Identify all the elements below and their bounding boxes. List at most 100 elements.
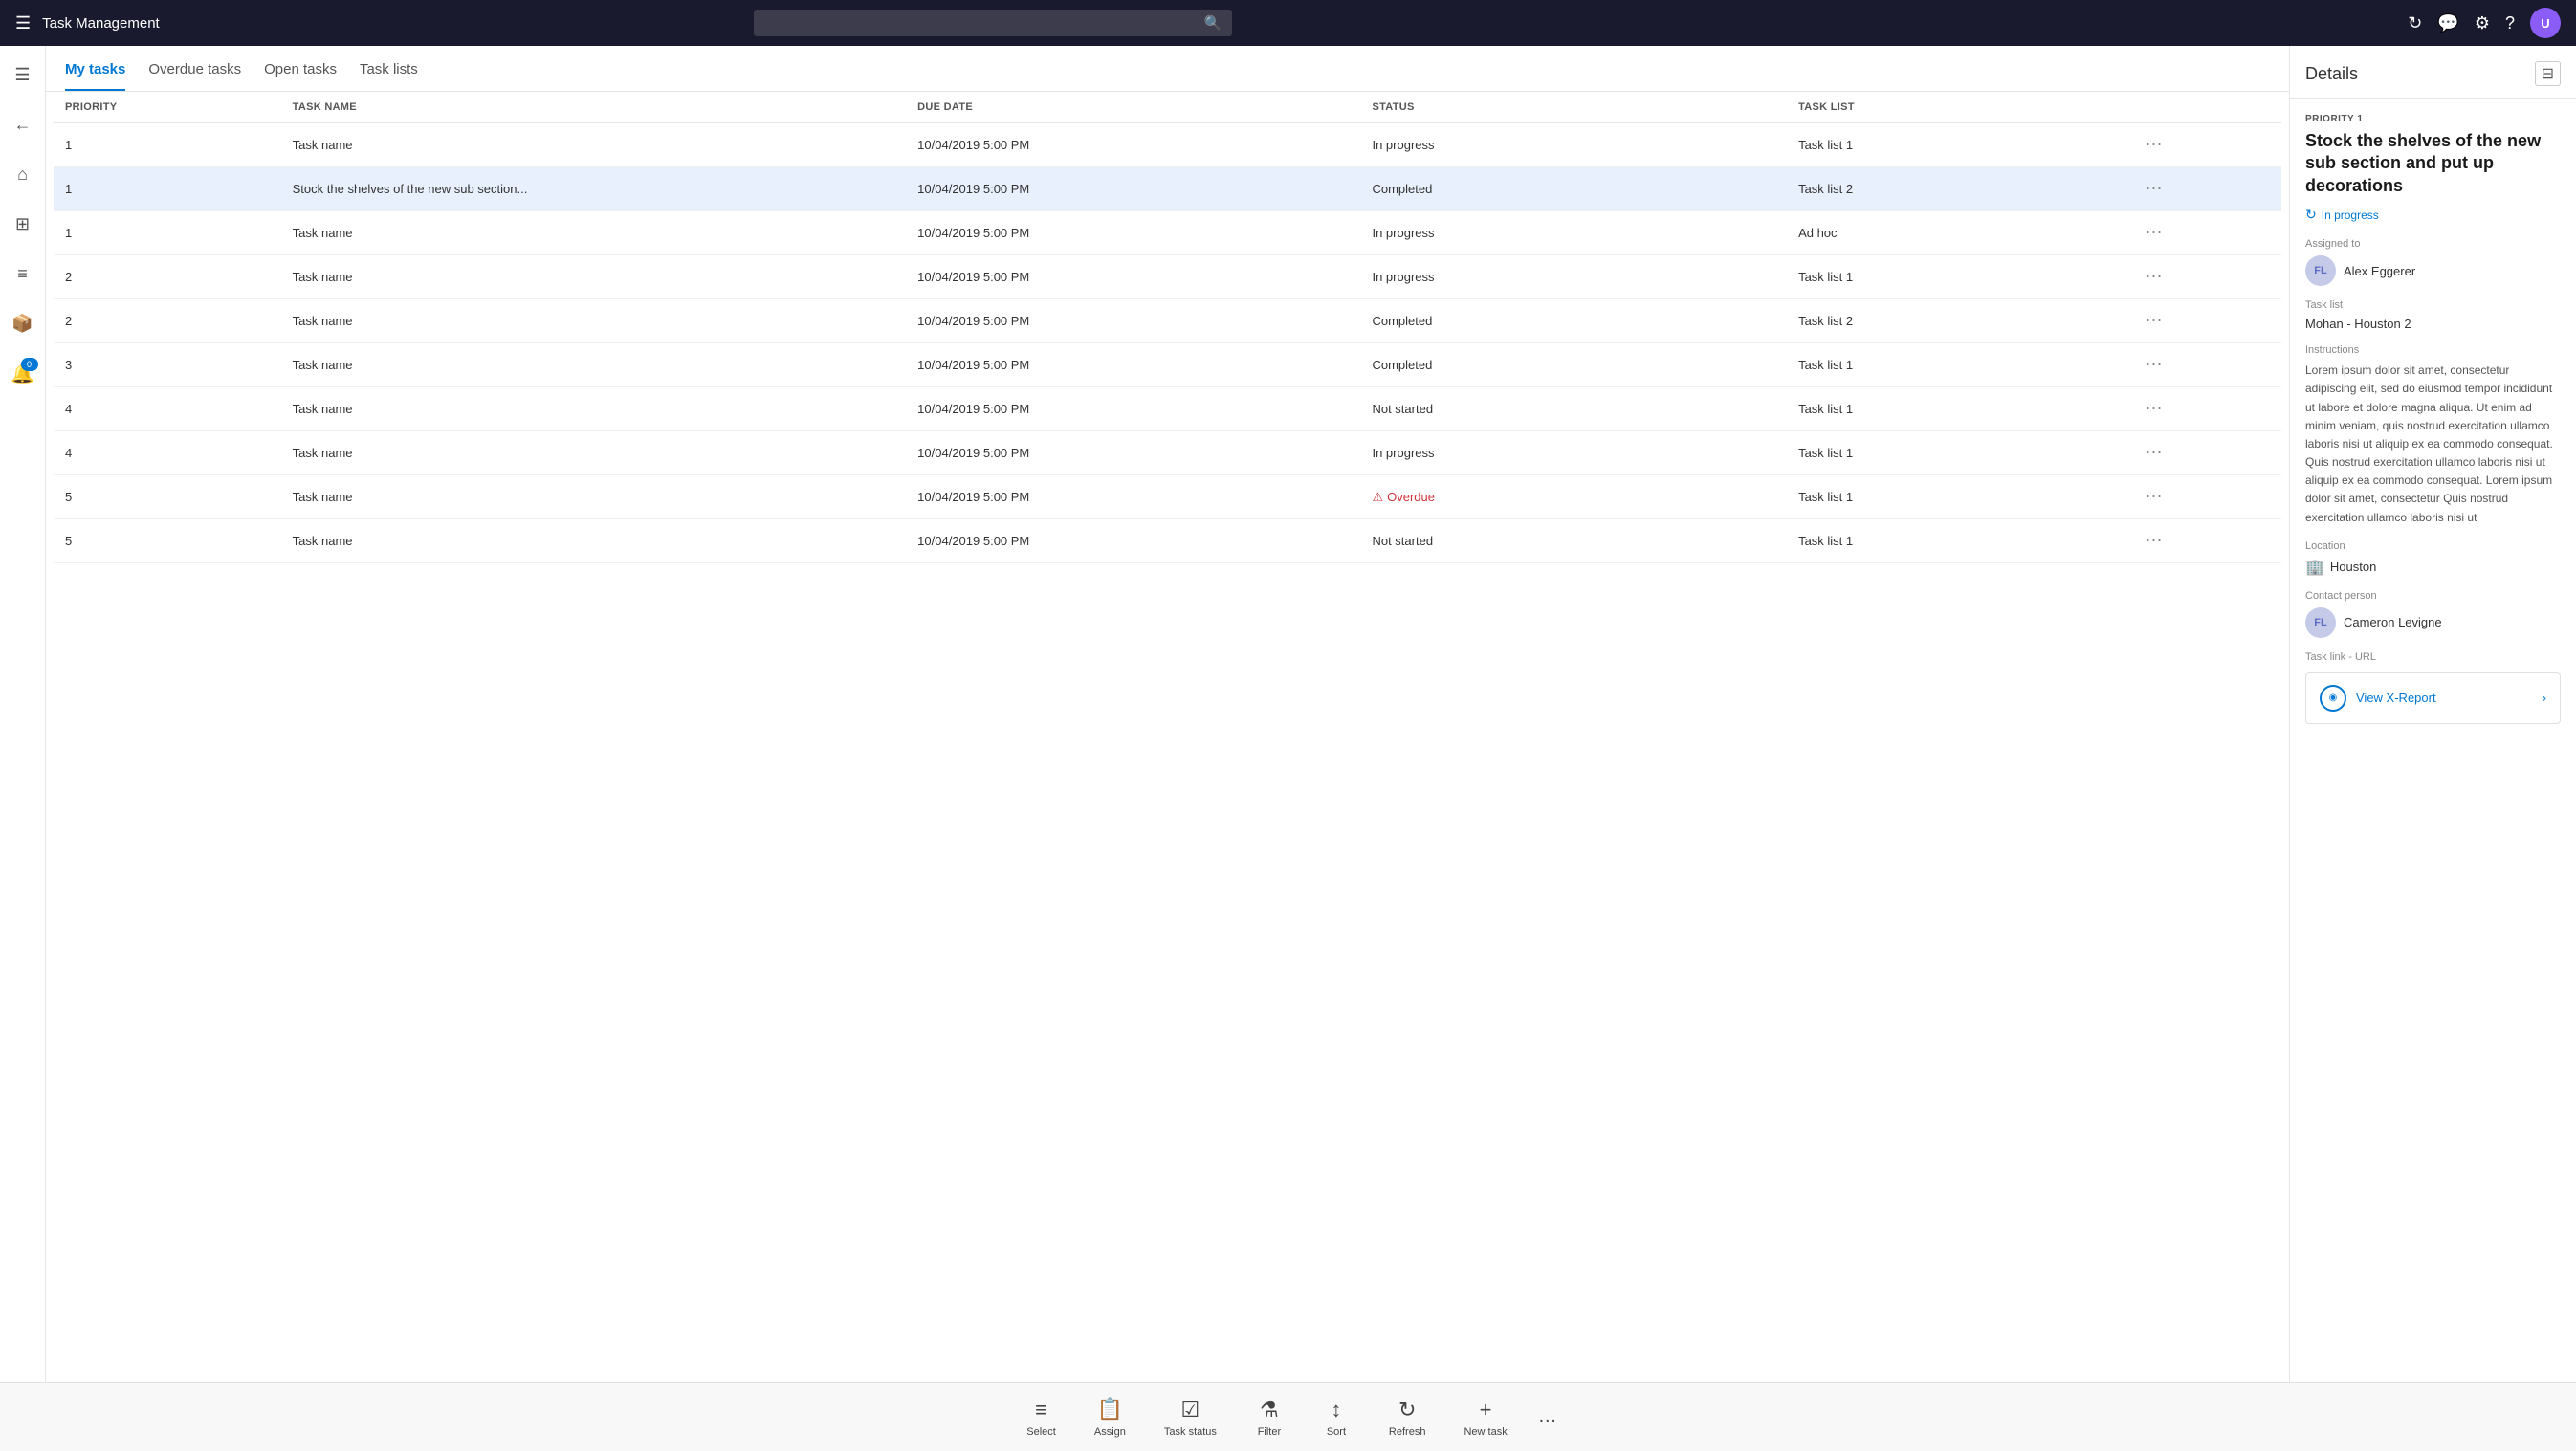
sidebar-list[interactable]: ≡: [6, 256, 40, 291]
row-menu-button[interactable]: ⋯: [2140, 485, 2169, 509]
row-due-date: 10/04/2019 5:00 PM: [906, 343, 1360, 387]
row-status: In progress: [1360, 211, 1787, 255]
row-name: Task name: [281, 255, 907, 299]
contact-avatar: FL: [2305, 607, 2336, 638]
tab-task-lists[interactable]: Task lists: [360, 61, 418, 91]
row-menu-button[interactable]: ⋯: [2140, 441, 2169, 465]
assigned-to-label: Assigned to: [2305, 238, 2561, 250]
row-due-date: 10/04/2019 5:00 PM: [906, 475, 1360, 519]
row-priority: 1: [54, 167, 281, 211]
chat-icon[interactable]: 💬: [2437, 13, 2458, 33]
tab-my-tasks[interactable]: My tasks: [65, 61, 125, 91]
col-header-tasklist: TASK LIST: [1787, 92, 2127, 123]
table-row[interactable]: 5Task name10/04/2019 5:00 PM⚠OverdueTask…: [54, 475, 2281, 519]
toolbar-more[interactable]: …: [1527, 1398, 1569, 1436]
settings-icon[interactable]: ⚙: [2475, 13, 2490, 33]
row-menu-button[interactable]: ⋯: [2140, 353, 2169, 377]
table-row[interactable]: 5Task name10/04/2019 5:00 PMNot startedT…: [54, 519, 2281, 563]
sidebar: ☰ ← ⌂ ⊞ ≡ 📦 🔔: [0, 46, 46, 1382]
table-row[interactable]: 3Task name10/04/2019 5:00 PMCompletedTas…: [54, 343, 2281, 387]
refresh-icon[interactable]: ↻: [2408, 13, 2422, 33]
more-icon: …: [1538, 1406, 1557, 1428]
sidebar-apps[interactable]: ⊞: [6, 207, 40, 241]
row-status: In progress: [1360, 123, 1787, 167]
row-priority: 4: [54, 431, 281, 475]
row-task-list: Task list 1: [1787, 519, 2127, 563]
col-header-status: STATUS: [1360, 92, 1787, 123]
row-menu-button[interactable]: ⋯: [2140, 529, 2169, 553]
row-name: Task name: [281, 211, 907, 255]
row-status: ⚠Overdue: [1360, 475, 1787, 519]
task-table-container: PRIORITY TASK NAME DUE DATE STATUS TASK …: [46, 92, 2289, 1382]
row-task-list: Task list 1: [1787, 343, 2127, 387]
sidebar-hamburger[interactable]: ☰: [6, 57, 40, 92]
row-due-date: 10/04/2019 5:00 PM: [906, 519, 1360, 563]
toolbar-refresh[interactable]: ↻ Refresh: [1370, 1390, 1445, 1445]
col-header-date: DUE DATE: [906, 92, 1360, 123]
row-task-list: Ad hoc: [1787, 211, 2127, 255]
topbar-icons: ↻ 💬 ⚙ ? U: [2408, 8, 2561, 38]
app-title: Task Management: [42, 15, 160, 32]
avatar[interactable]: U: [2530, 8, 2561, 38]
tab-overdue-tasks[interactable]: Overdue tasks: [148, 61, 241, 91]
task-status-label: Task status: [1164, 1426, 1217, 1438]
row-name: Task name: [281, 431, 907, 475]
search-bar: 🔍: [754, 10, 1232, 36]
table-row[interactable]: 2Task name10/04/2019 5:00 PMCompletedTas…: [54, 299, 2281, 343]
sidebar-home[interactable]: ⌂: [6, 157, 40, 191]
sidebar-package[interactable]: 📦: [6, 306, 40, 341]
row-due-date: 10/04/2019 5:00 PM: [906, 255, 1360, 299]
sidebar-back[interactable]: ←: [6, 107, 40, 142]
table-row[interactable]: 1Task name10/04/2019 5:00 PMIn progressT…: [54, 123, 2281, 167]
tab-open-tasks[interactable]: Open tasks: [264, 61, 337, 91]
row-menu-button[interactable]: ⋯: [2140, 221, 2169, 245]
sort-icon: ↕: [1331, 1397, 1341, 1422]
row-menu-cell: ⋯: [2128, 519, 2281, 563]
menu-icon[interactable]: ☰: [15, 13, 31, 33]
help-icon[interactable]: ?: [2505, 13, 2515, 33]
task-list-value: Mohan - Houston 2: [2305, 317, 2561, 331]
row-menu-button[interactable]: ⋯: [2140, 133, 2169, 157]
col-header-name: TASK NAME: [281, 92, 907, 123]
row-priority: 1: [54, 211, 281, 255]
toolbar-sort[interactable]: ↕ Sort: [1303, 1390, 1370, 1445]
row-menu-button[interactable]: ⋯: [2140, 177, 2169, 201]
search-input[interactable]: [754, 10, 1232, 36]
row-name: Task name: [281, 299, 907, 343]
location-label: Location: [2305, 540, 2561, 552]
row-menu-button[interactable]: ⋯: [2140, 265, 2169, 289]
row-menu-cell: ⋯: [2128, 211, 2281, 255]
row-due-date: 10/04/2019 5:00 PM: [906, 211, 1360, 255]
row-menu-button[interactable]: ⋯: [2140, 309, 2169, 333]
row-priority: 1: [54, 123, 281, 167]
table-row[interactable]: 2Task name10/04/2019 5:00 PMIn progressT…: [54, 255, 2281, 299]
row-priority: 5: [54, 519, 281, 563]
assign-label: Assign: [1094, 1426, 1126, 1438]
bottom-toolbar: ≡ Select 📋 Assign ☑ Task status ⚗ Filter…: [0, 1382, 2576, 1451]
view-report-button[interactable]: ◉ View X-Report ›: [2305, 672, 2561, 724]
table-row[interactable]: 4Task name10/04/2019 5:00 PMNot startedT…: [54, 387, 2281, 431]
row-name: Task name: [281, 343, 907, 387]
task-link-label: Task link - URL: [2305, 651, 2561, 663]
row-menu-cell: ⋯: [2128, 343, 2281, 387]
table-row[interactable]: 1Stock the shelves of the new sub sectio…: [54, 167, 2281, 211]
details-collapse-button[interactable]: ⊟: [2535, 61, 2561, 86]
details-header: Details ⊟: [2290, 46, 2576, 99]
row-menu-cell: ⋯: [2128, 255, 2281, 299]
table-row[interactable]: 4Task name10/04/2019 5:00 PMIn progressT…: [54, 431, 2281, 475]
sidebar-notification[interactable]: 🔔: [6, 356, 40, 390]
toolbar-assign[interactable]: 📋 Assign: [1075, 1390, 1145, 1445]
toolbar-new-task[interactable]: + New task: [1444, 1390, 1526, 1445]
toolbar-select[interactable]: ≡ Select: [1007, 1390, 1075, 1445]
toolbar-task-status[interactable]: ☑ Task status: [1145, 1390, 1236, 1445]
row-name: Task name: [281, 519, 907, 563]
row-task-list: Task list 1: [1787, 255, 2127, 299]
table-row[interactable]: 1Task name10/04/2019 5:00 PMIn progressA…: [54, 211, 2281, 255]
toolbar-filter[interactable]: ⚗ Filter: [1236, 1390, 1303, 1445]
row-priority: 3: [54, 343, 281, 387]
row-menu-button[interactable]: ⋯: [2140, 397, 2169, 421]
details-status-text: In progress: [2322, 209, 2379, 222]
new-task-icon: +: [1480, 1397, 1492, 1422]
topbar: ☰ Task Management 🔍 ↻ 💬 ⚙ ? U: [0, 0, 2576, 46]
row-menu-cell: ⋯: [2128, 387, 2281, 431]
